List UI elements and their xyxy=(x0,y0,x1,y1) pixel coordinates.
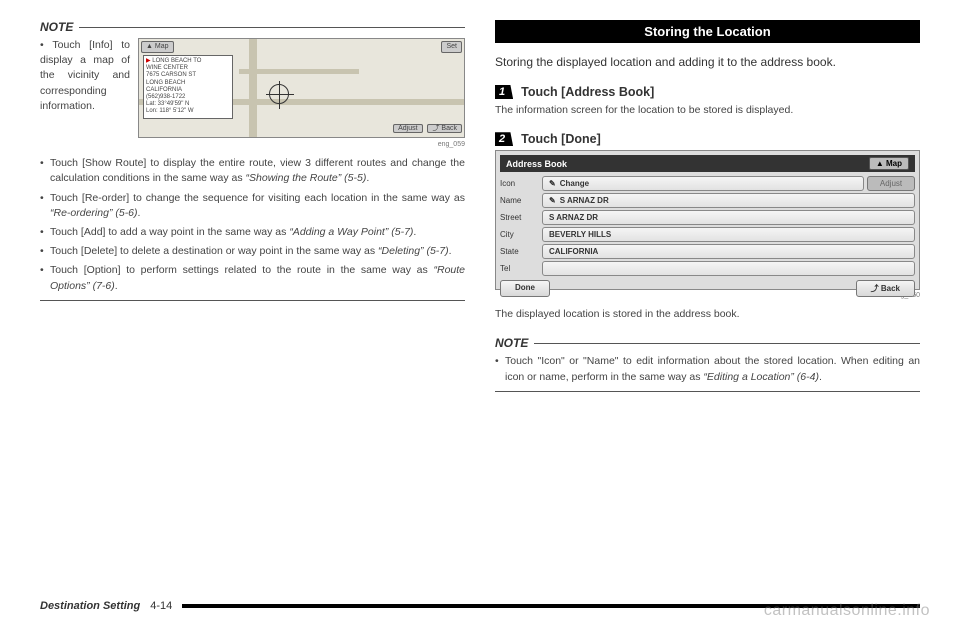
bullet-item: • Touch [Option] to perform settings rel… xyxy=(40,263,465,293)
section-title: Storing the Location xyxy=(495,20,920,43)
after-image-text: The displayed location is stored in the … xyxy=(495,307,920,322)
field-label: Tel xyxy=(500,264,542,273)
pencil-icon: ✎ xyxy=(549,196,556,205)
watermark: carmanualsonline.info xyxy=(764,602,930,620)
note-label: NOTE xyxy=(495,336,528,350)
footer-section: Destination Setting xyxy=(40,600,140,612)
step-2: 2 Touch [Done] xyxy=(495,132,920,146)
crosshair-icon xyxy=(269,84,289,104)
field-label: State xyxy=(500,247,542,256)
rule-line xyxy=(79,27,465,28)
image-caption: eng_059 xyxy=(138,140,465,150)
map-info-panel: ▶ LONG BEACH TO WINE CENTER 7675 CARSON … xyxy=(143,55,233,119)
back-button[interactable]: ⤴ Back xyxy=(856,280,915,297)
map-button[interactable]: ▲ Map xyxy=(141,41,174,53)
tel-field[interactable] xyxy=(542,261,915,276)
back-button[interactable]: ⤴ Back xyxy=(427,124,462,133)
step-number: 2 xyxy=(495,132,513,146)
right-column: Storing the Location Storing the display… xyxy=(495,20,920,550)
street-field[interactable]: S ARNAZ DR xyxy=(542,210,915,225)
field-label: City xyxy=(500,230,542,239)
bullet-dot: • xyxy=(40,39,52,51)
bullet-dot: • xyxy=(40,244,50,259)
bullet-dot: • xyxy=(495,354,505,384)
name-field[interactable]: ✎S ARNAZ DR xyxy=(542,193,915,208)
step-text: Touch [Done] xyxy=(521,132,601,146)
bullet-item: • Touch [Re-order] to change the sequenc… xyxy=(40,191,465,221)
bullet-item: • Touch "Icon" or "Name" to edit informa… xyxy=(495,354,920,384)
rule-line xyxy=(40,300,465,301)
rule-line xyxy=(534,343,920,344)
note-label: NOTE xyxy=(40,20,73,34)
bullet-dot: • xyxy=(40,156,50,186)
bullet-item: • Touch [Info] to display a map of the v… xyxy=(40,38,465,150)
step-text: Touch [Address Book] xyxy=(521,85,654,99)
step-1: 1 Touch [Address Book] xyxy=(495,85,920,99)
bullet-item: • Touch [Delete] to delete a destination… xyxy=(40,244,465,259)
map-screenshot-1: ▲ Map Set ▶ LONG BEACH TO WINE CENTER 76… xyxy=(138,38,465,150)
adjust-button[interactable]: Adjust xyxy=(393,124,422,133)
left-column: NOTE • Touch [Info] to display a map of … xyxy=(40,20,465,550)
note-header-left: NOTE xyxy=(40,20,465,34)
city-field[interactable]: BEVERLY HILLS xyxy=(542,227,915,242)
section-intro: Storing the displayed location and addin… xyxy=(495,53,920,71)
flag-icon: ▶ xyxy=(146,58,151,64)
map-button[interactable]: ▲ Map xyxy=(869,157,909,170)
rule-line xyxy=(495,391,920,392)
bullet-item: • Touch [Add] to add a way point in the … xyxy=(40,225,465,240)
done-button[interactable]: Done xyxy=(500,280,550,297)
bullet-dot: • xyxy=(40,263,50,293)
bullet-dot: • xyxy=(40,191,50,221)
step-number: 1 xyxy=(495,85,513,99)
bullet-dot: • xyxy=(40,225,50,240)
address-book-title: Address Book xyxy=(506,159,567,169)
field-label: Street xyxy=(500,213,542,222)
pencil-icon: ✎ xyxy=(549,179,556,188)
bullet-item: • Touch [Show Route] to display the enti… xyxy=(40,156,465,186)
footer-page: 4-14 xyxy=(150,600,172,612)
step-note: The information screen for the location … xyxy=(495,103,920,118)
note-body-left: • Touch [Info] to display a map of the v… xyxy=(40,38,465,294)
state-field[interactable]: CALIFORNIA xyxy=(542,244,915,259)
bullet-text: Touch [Info] to display a map of the vic… xyxy=(40,39,130,112)
field-label: Name xyxy=(500,196,542,205)
set-button[interactable]: Set xyxy=(441,41,462,53)
adjust-button: Adjust xyxy=(867,176,915,191)
address-book-screenshot: Address Book ▲ Map Icon ✎Change Adjust N… xyxy=(495,150,920,290)
note-header-right: NOTE xyxy=(495,336,920,350)
field-label: Icon xyxy=(500,179,542,188)
icon-field[interactable]: ✎Change xyxy=(542,176,864,191)
